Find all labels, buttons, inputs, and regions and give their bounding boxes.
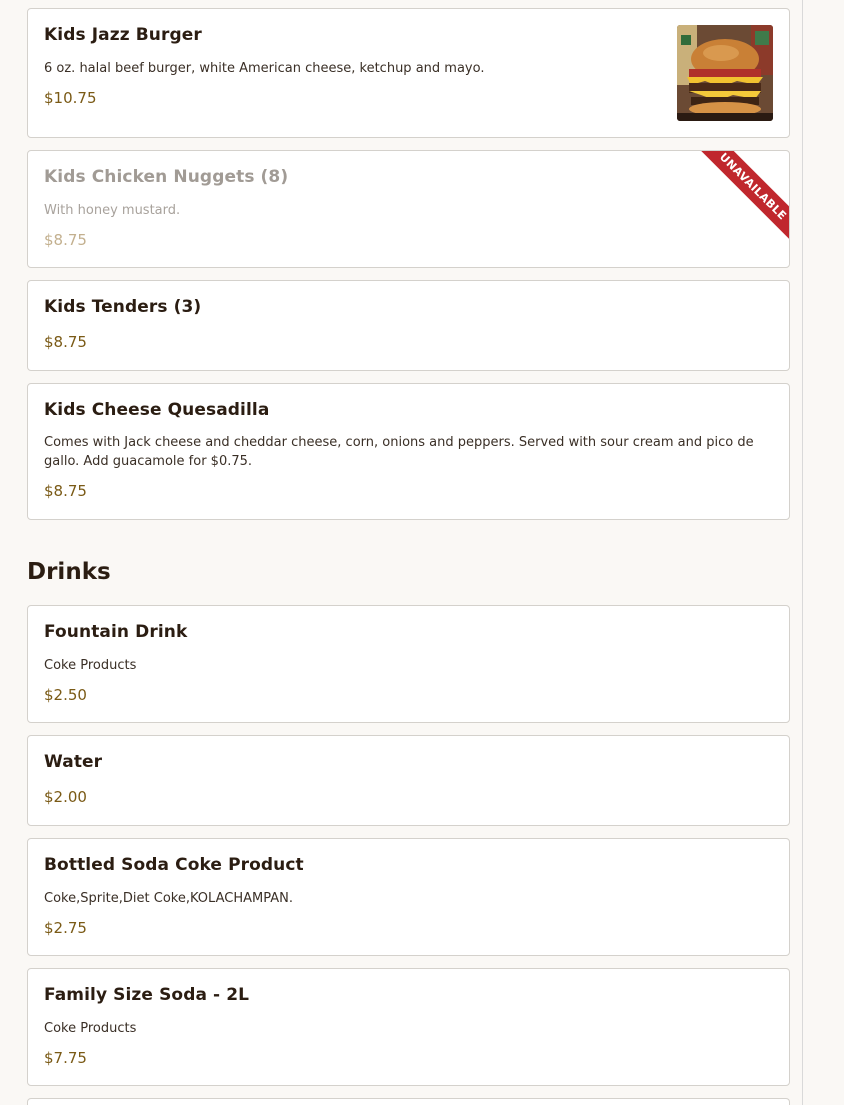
- section-heading-drinks: Drinks: [27, 559, 111, 585]
- menu-page: Kids Jazz Burger 6 oz. halal beef burger…: [0, 0, 844, 1105]
- menu-item-card[interactable]: Water $2.00: [27, 735, 790, 826]
- item-price: $2.50: [44, 686, 87, 704]
- item-name: Water: [44, 752, 103, 772]
- item-description: Coke,Sprite,Diet Coke,KOLACHAMPAN.: [44, 891, 293, 906]
- menu-item-card[interactable]: Kids Jazz Burger 6 oz. halal beef burger…: [27, 8, 790, 138]
- item-description: Comes with Jack cheese and cheddar chees…: [44, 435, 754, 469]
- menu-item-card[interactable]: Kids Chicken Nuggets (8) With honey must…: [27, 150, 790, 268]
- item-name: Family Size Soda - 2L: [44, 985, 250, 1005]
- item-name: Kids Chicken Nuggets (8): [44, 167, 289, 187]
- item-price: $2.00: [44, 788, 87, 806]
- item-description: Coke Products: [44, 1021, 137, 1036]
- menu-item-card[interactable]: Fountain Drink Coke Products $2.50: [27, 605, 790, 723]
- menu-item-card[interactable]: Bottled Soda Coke Product Coke,Sprite,Di…: [27, 838, 790, 956]
- item-name: Kids Jazz Burger: [44, 25, 202, 45]
- menu-item-card[interactable]: Kids Cheese Quesadilla Comes with Jack c…: [27, 383, 790, 520]
- item-description: 6 oz. halal beef burger, white American …: [44, 61, 485, 76]
- item-name: Fountain Drink: [44, 622, 188, 642]
- item-price: $10.75: [44, 89, 97, 107]
- menu-item-card-partial[interactable]: [27, 1098, 790, 1105]
- item-price: $8.75: [44, 333, 87, 351]
- item-description: Coke Products: [44, 658, 137, 673]
- unavailable-badge: UNAVAILABLE: [693, 151, 789, 247]
- item-price: $8.75: [44, 231, 87, 249]
- menu-item-card[interactable]: Kids Tenders (3) $8.75: [27, 280, 790, 371]
- menu-item-card[interactable]: Family Size Soda - 2L Coke Products $7.7…: [27, 968, 790, 1086]
- item-name: Kids Cheese Quesadilla: [44, 400, 270, 420]
- item-description: With honey mustard.: [44, 203, 181, 218]
- item-price: $7.75: [44, 1049, 87, 1067]
- item-price: $8.75: [44, 482, 87, 500]
- burger-photo: [677, 25, 773, 121]
- unavailable-ribbon: UNAVAILABLE: [693, 151, 789, 247]
- item-name: Kids Tenders (3): [44, 297, 202, 317]
- column-divider: [802, 0, 803, 1105]
- item-price: $2.75: [44, 919, 87, 937]
- item-name: Bottled Soda Coke Product: [44, 855, 304, 875]
